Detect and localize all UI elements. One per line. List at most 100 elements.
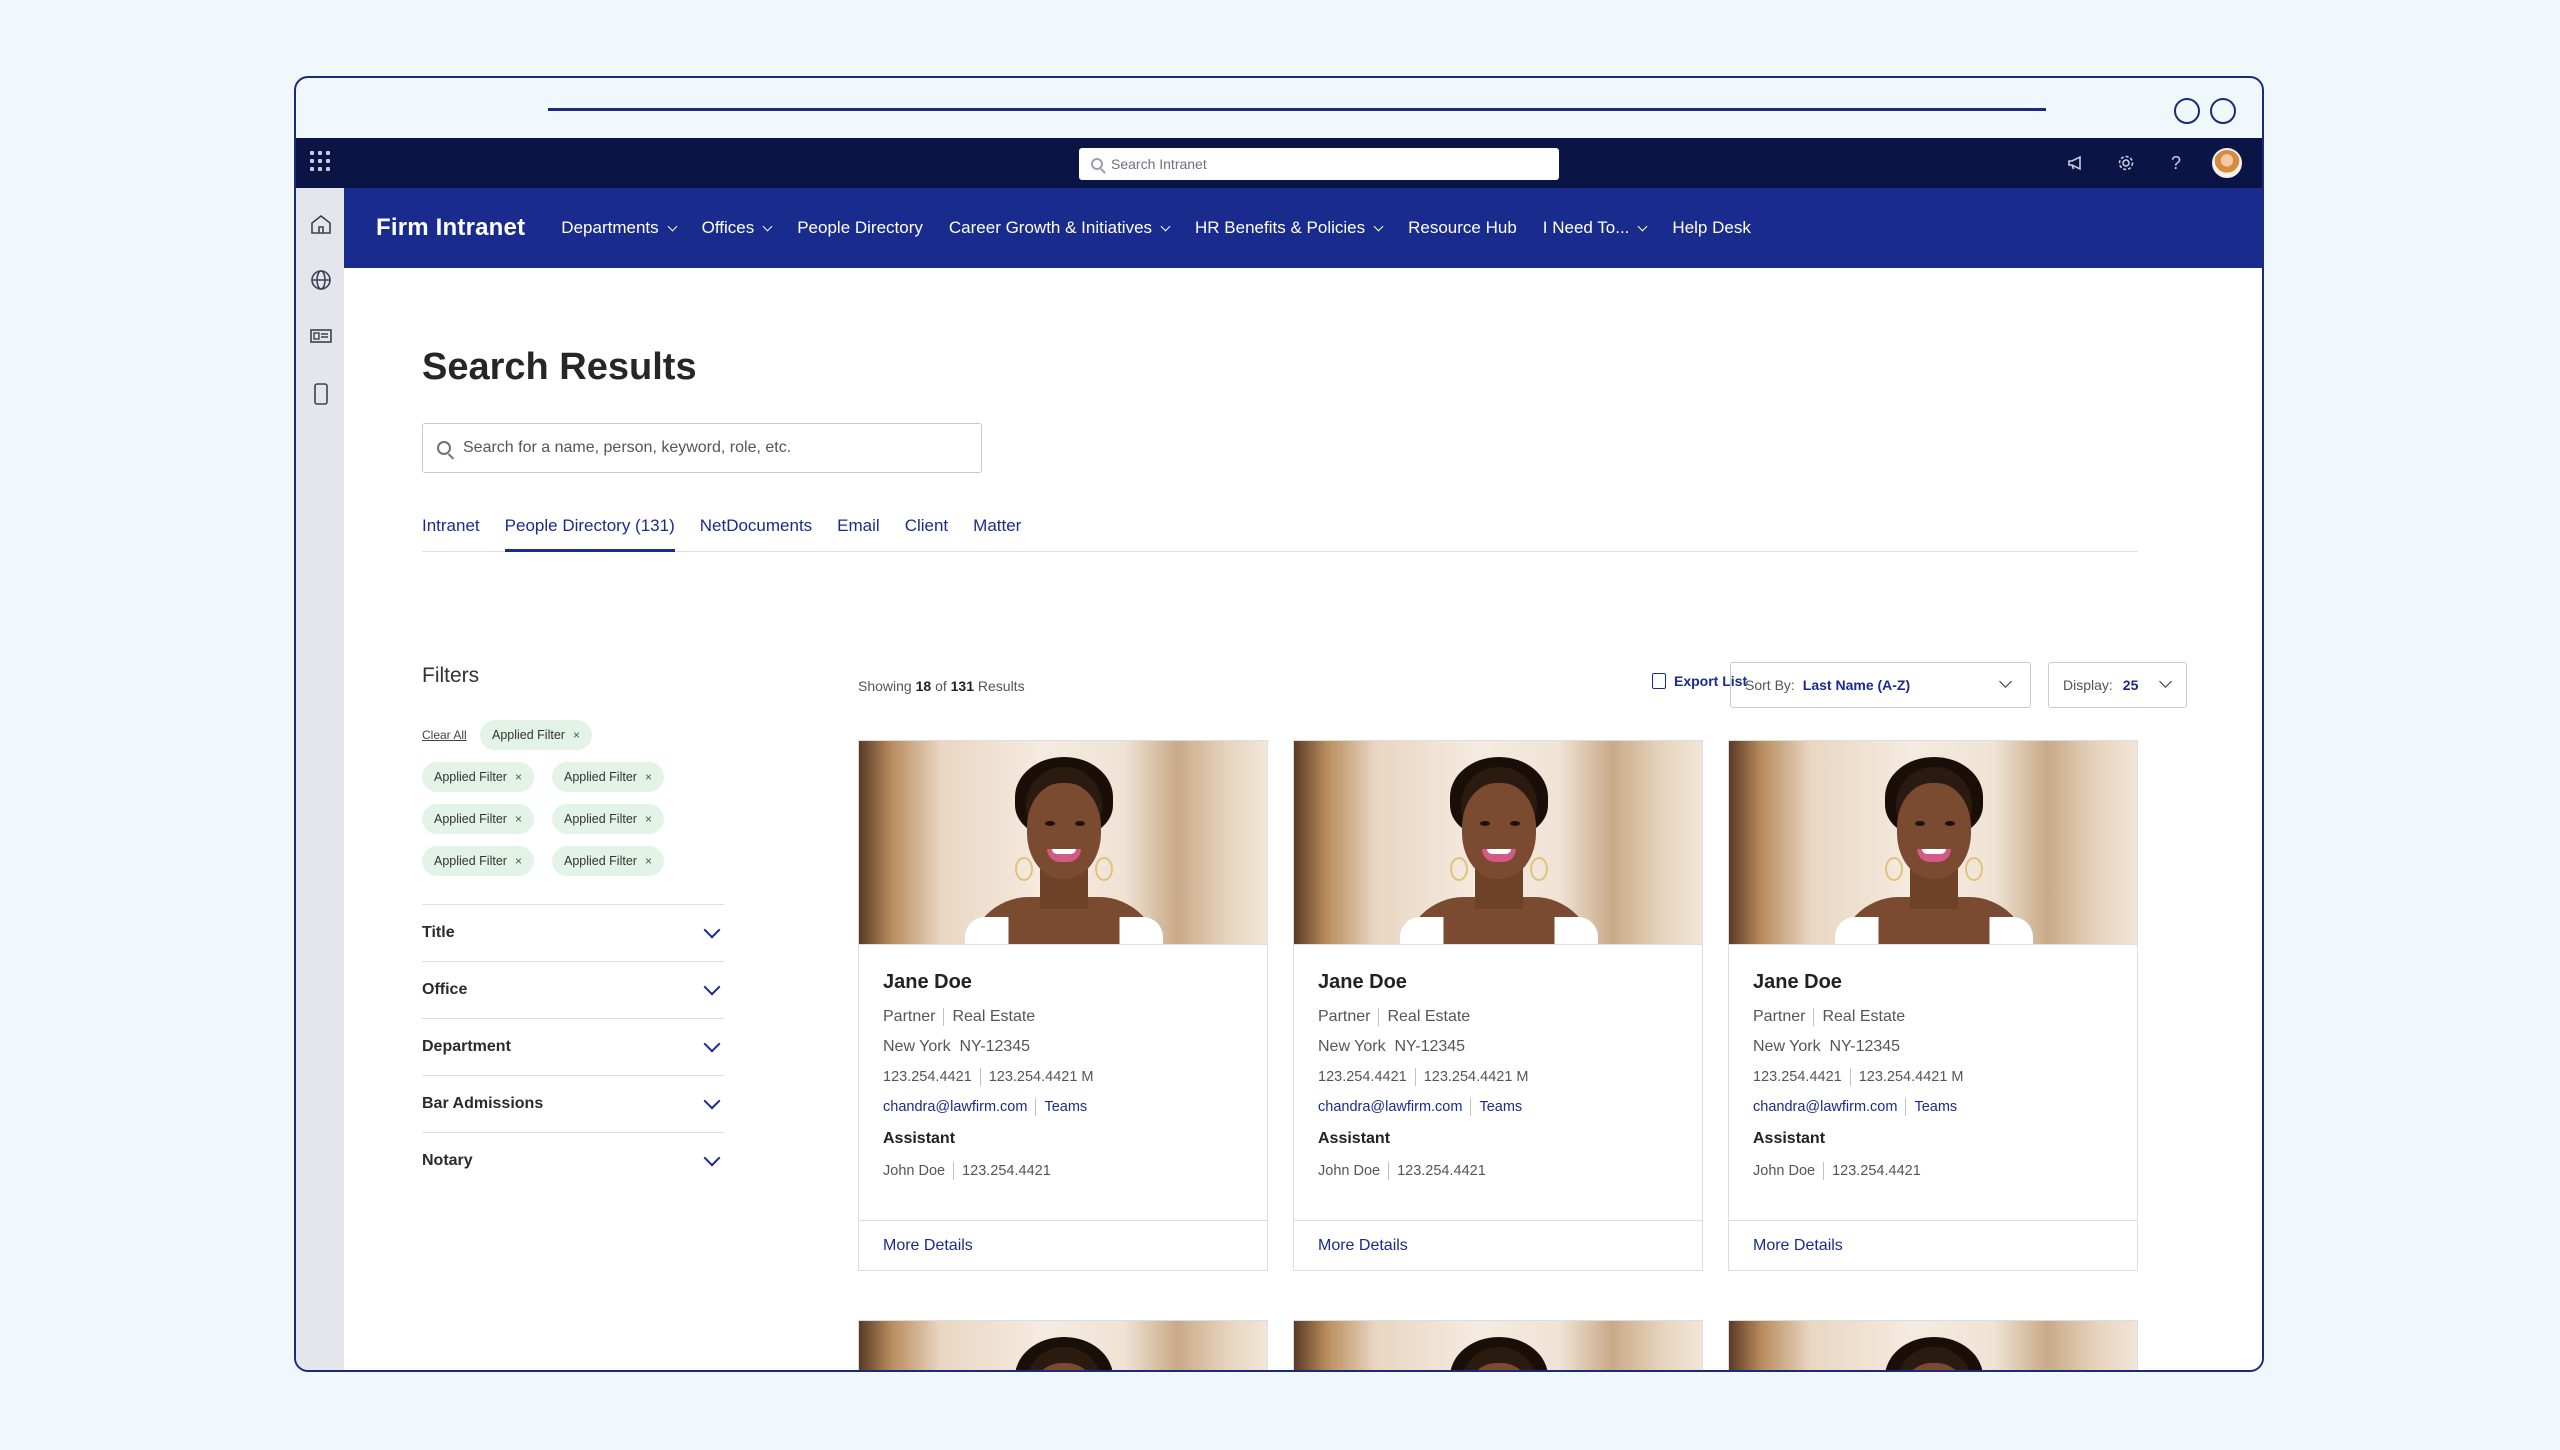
email-link[interactable]: chandra@lawfirm.com	[1318, 1099, 1462, 1115]
filter-chip[interactable]: Applied Filter ×	[552, 846, 664, 876]
person-photo	[859, 1321, 1267, 1370]
brand-title[interactable]: Firm Intranet	[376, 214, 525, 242]
chevron-down-icon	[703, 978, 721, 996]
filter-notary[interactable]: Notary	[422, 1132, 724, 1189]
nav-offices[interactable]: Offices	[702, 218, 773, 238]
people-search[interactable]	[422, 423, 982, 473]
filter-chip[interactable]: Applied Filter ×	[422, 846, 534, 876]
email-link[interactable]: chandra@lawfirm.com	[883, 1099, 1027, 1115]
assistant-name: John Doe	[1318, 1163, 1381, 1179]
showing-prefix: Showing	[858, 678, 912, 694]
nav-hr-benefits[interactable]: HR Benefits & Policies	[1195, 218, 1384, 238]
close-icon[interactable]: ×	[645, 812, 652, 826]
email-link[interactable]: chandra@lawfirm.com	[1753, 1099, 1897, 1115]
filter-bar-admissions[interactable]: Bar Admissions	[422, 1075, 724, 1132]
more-details-link[interactable]: More Details	[1729, 1220, 2137, 1270]
person-phone[interactable]: 123.254.4421	[883, 1069, 972, 1085]
person-card[interactable]: Jane Doe Partner Real Estate New York NY…	[858, 740, 1268, 1271]
filter-office[interactable]: Office	[422, 961, 724, 1018]
teams-link[interactable]: Teams	[1044, 1099, 1087, 1115]
more-details-link[interactable]: More Details	[859, 1220, 1267, 1270]
person-phone[interactable]: 123.254.4421	[1753, 1069, 1842, 1085]
close-icon[interactable]: ×	[515, 812, 522, 826]
divider	[1035, 1098, 1037, 1116]
person-card[interactable]: Jane Doe Partner Real Estate New York NY…	[1728, 740, 2138, 1271]
home-icon[interactable]	[309, 212, 333, 236]
filter-title[interactable]: Title	[422, 904, 724, 961]
filter-department[interactable]: Department	[422, 1018, 724, 1075]
help-icon[interactable]: ?	[2162, 149, 2190, 177]
nav-career-growth[interactable]: Career Growth & Initiatives	[949, 218, 1171, 238]
filter-chip[interactable]: Applied Filter ×	[552, 762, 664, 792]
showing-count: 18	[915, 678, 932, 694]
divider	[953, 1162, 955, 1180]
window-control-close[interactable]	[2210, 98, 2236, 124]
filter-chip[interactable]: Applied Filter ×	[422, 804, 534, 834]
assistant-phone[interactable]: 123.254.4421	[962, 1163, 1051, 1179]
nav-resource-hub[interactable]: Resource Hub	[1408, 218, 1517, 238]
chevron-down-icon	[1637, 221, 1648, 231]
tab-intranet[interactable]: Intranet	[422, 508, 480, 552]
assistant-label: Assistant	[1318, 1130, 1391, 1147]
chevron-down-icon	[703, 921, 721, 939]
person-name[interactable]: Jane Doe	[1753, 971, 2113, 994]
person-phone[interactable]: 123.254.4421	[1318, 1069, 1407, 1085]
megaphone-icon[interactable]	[2062, 149, 2090, 177]
teams-link[interactable]: Teams	[1479, 1099, 1522, 1115]
person-title: Partner	[1318, 1008, 1371, 1025]
close-icon[interactable]: ×	[515, 770, 522, 784]
nav-label: Help Desk	[1672, 218, 1751, 237]
nav-departments[interactable]: Departments	[561, 218, 678, 238]
display-select[interactable]: Display: 25	[2048, 662, 2187, 708]
person-mobile[interactable]: 123.254.4421 M	[1424, 1069, 1529, 1085]
person-card[interactable]	[1728, 1320, 2138, 1370]
nav-label: Departments	[561, 218, 659, 237]
tab-matter[interactable]: Matter	[973, 508, 1021, 552]
filter-chip[interactable]: Applied Filter ×	[422, 762, 534, 792]
news-icon[interactable]	[309, 324, 333, 348]
filter-section-label: Office	[422, 981, 468, 998]
person-mobile[interactable]: 123.254.4421 M	[989, 1069, 1094, 1085]
assistant-phone[interactable]: 123.254.4421	[1832, 1163, 1921, 1179]
tab-people-directory[interactable]: People Directory (131)	[504, 508, 675, 552]
tab-netdocuments[interactable]: NetDocuments	[700, 508, 812, 552]
tab-email[interactable]: Email	[837, 508, 880, 552]
nav-i-need-to[interactable]: I Need To...	[1543, 218, 1648, 238]
close-icon[interactable]: ×	[645, 770, 652, 784]
tablet-icon[interactable]	[309, 382, 333, 406]
gear-icon[interactable]	[2112, 149, 2140, 177]
assistant-name: John Doe	[883, 1163, 946, 1179]
people-search-input[interactable]	[463, 439, 963, 457]
apps-grid-icon[interactable]	[310, 151, 330, 171]
person-name[interactable]: Jane Doe	[883, 971, 1243, 994]
close-icon[interactable]: ×	[573, 728, 580, 742]
filter-chip[interactable]: Applied Filter ×	[480, 720, 592, 750]
window-control-minimize[interactable]	[2174, 98, 2200, 124]
avatar[interactable]	[2212, 148, 2242, 178]
assistant-phone[interactable]: 123.254.4421	[1397, 1163, 1486, 1179]
more-details-link[interactable]: More Details	[1294, 1220, 1702, 1270]
globe-icon[interactable]	[309, 268, 333, 292]
nav-help-desk[interactable]: Help Desk	[1672, 218, 1750, 238]
close-icon[interactable]: ×	[515, 854, 522, 868]
global-search[interactable]	[1079, 148, 1559, 180]
filter-chip[interactable]: Applied Filter ×	[552, 804, 664, 834]
clear-all-link[interactable]: Clear All	[422, 728, 467, 742]
person-name[interactable]: Jane Doe	[1318, 971, 1678, 994]
sort-select[interactable]: Sort By: Last Name (A-Z)	[1730, 662, 2031, 708]
chevron-down-icon	[703, 1035, 721, 1053]
person-card[interactable]	[1293, 1320, 1703, 1370]
person-title: Partner	[1753, 1008, 1806, 1025]
person-card[interactable]	[858, 1320, 1268, 1370]
tab-client[interactable]: Client	[905, 508, 948, 552]
person-mobile[interactable]: 123.254.4421 M	[1859, 1069, 1964, 1085]
close-icon[interactable]: ×	[645, 854, 652, 868]
teams-link[interactable]: Teams	[1914, 1099, 1957, 1115]
nav-people-directory[interactable]: People Directory	[797, 218, 923, 238]
person-card[interactable]: Jane Doe Partner Real Estate New York NY…	[1293, 740, 1703, 1271]
address-bar[interactable]	[548, 108, 2046, 111]
person-photo	[859, 741, 1267, 945]
global-search-input[interactable]	[1111, 156, 1531, 172]
filter-accordion: Title Office Department Bar Admissions N…	[422, 904, 724, 1189]
side-rail	[296, 188, 344, 1370]
